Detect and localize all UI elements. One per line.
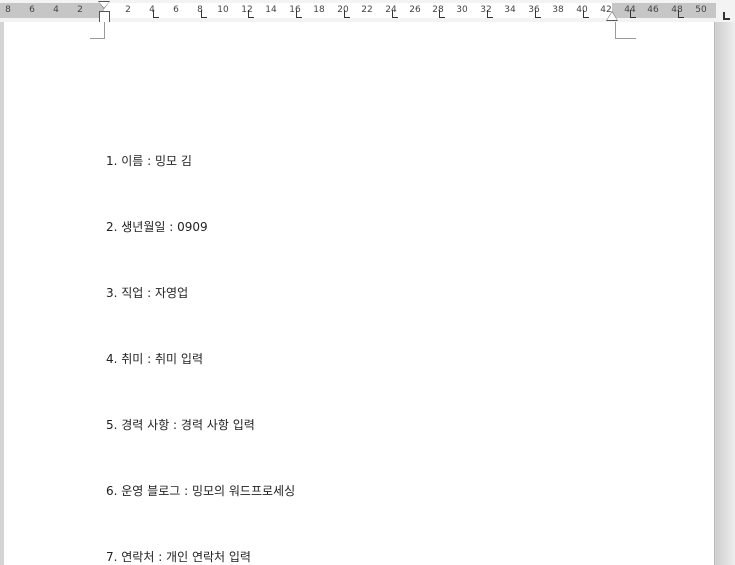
document-line[interactable]: 6. 운영 블로그 : 밍모의 워드프로세싱 (106, 483, 295, 499)
document-line[interactable]: 7. 연락처 : 개인 연락처 입력 (106, 549, 251, 565)
right-margin-crop-mark (615, 22, 636, 39)
tab-stop-marker[interactable] (678, 10, 684, 18)
ruler-number: 2 (125, 5, 131, 15)
ruler-number: 26 (409, 5, 421, 15)
ruler-number: 36 (528, 5, 540, 15)
document-line[interactable]: 1. 이름 : 밍모 김 (106, 153, 192, 169)
ruler-number: 40 (576, 5, 588, 15)
ruler-number: 4 (53, 5, 59, 15)
ruler-number: 38 (552, 5, 564, 15)
right-indent-marker[interactable] (607, 12, 617, 20)
tab-stop-marker[interactable] (487, 10, 493, 18)
vertical-scrollbar[interactable] (716, 22, 735, 565)
ruler-number: 20 (337, 5, 349, 15)
ruler-number: 12 (241, 5, 253, 15)
ruler-number: 18 (313, 5, 325, 15)
ruler-number: 30 (456, 5, 468, 15)
ruler-number: 50 (695, 5, 707, 15)
ruler-number: 22 (361, 5, 373, 15)
document-line[interactable]: 3. 직업 : 자영업 (106, 285, 188, 301)
ruler-number: 6 (173, 5, 179, 15)
tab-selector-icon[interactable] (723, 12, 730, 20)
ruler-number: 10 (217, 5, 229, 15)
first-line-indent-marker[interactable] (99, 2, 109, 8)
tab-stop-marker[interactable] (583, 10, 589, 18)
tab-stop-marker[interactable] (201, 10, 207, 18)
document-line[interactable]: 5. 경력 사항 : 경력 사항 입력 (106, 417, 255, 433)
document-line[interactable]: 2. 생년월일 : 0909 (106, 219, 208, 235)
tab-stop-marker[interactable] (630, 10, 636, 18)
ruler-number: 14 (265, 5, 277, 15)
ruler-number: 32 (480, 5, 492, 15)
tab-stop-marker[interactable] (153, 10, 159, 18)
ruler-number: 8 (197, 5, 203, 15)
tab-stop-marker[interactable] (296, 10, 302, 18)
left-margin-crop-mark (90, 22, 105, 39)
ruler-number: 34 (504, 5, 516, 15)
ruler-number: 2 (77, 5, 83, 15)
ruler-number: 6 (29, 5, 35, 15)
ruler-number: 16 (289, 5, 301, 15)
ruler-number: 8 (5, 5, 11, 15)
tab-stop-marker[interactable] (392, 10, 398, 18)
document-line[interactable]: 4. 취미 : 취미 입력 (106, 351, 203, 367)
ruler-number: 48 (671, 5, 683, 15)
tab-stop-marker[interactable] (439, 10, 445, 18)
document-page[interactable]: 1. 이름 : 밍모 김 2. 생년월일 : 0909 3. 직업 : 자영업 … (4, 22, 715, 565)
horizontal-ruler[interactable]: 8 6 4 2 2 4 6 8 10 12 14 16 18 20 22 24 … (0, 0, 735, 23)
ruler-number: 4 (149, 5, 155, 15)
ruler-number: 24 (385, 5, 397, 15)
tab-stop-marker[interactable] (248, 10, 254, 18)
tab-stop-marker[interactable] (535, 10, 541, 18)
ruler-number: 46 (647, 5, 659, 15)
ruler-number: 28 (432, 5, 444, 15)
tab-stop-marker[interactable] (344, 10, 350, 18)
